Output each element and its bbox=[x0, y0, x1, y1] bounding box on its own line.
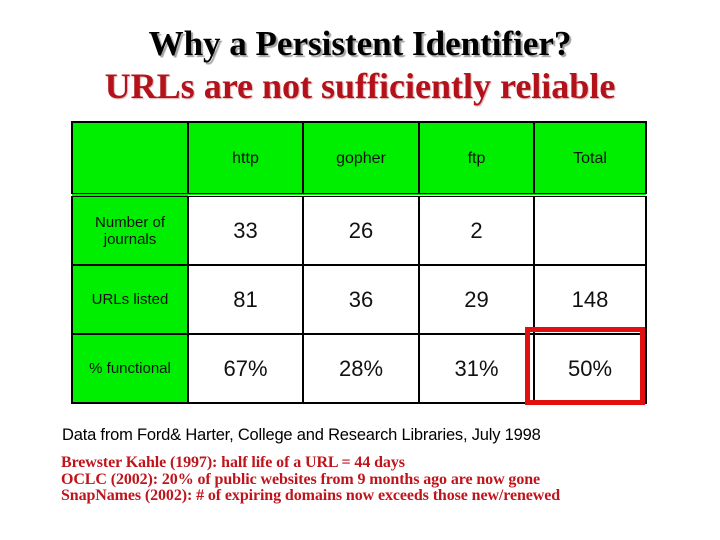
table-cell: 26 bbox=[302, 194, 420, 266]
header-corner-cell bbox=[71, 121, 189, 197]
row-label-text: % functional bbox=[89, 360, 171, 377]
row-label-text: Number of journals bbox=[94, 213, 166, 248]
header-cell-ftp: ftp bbox=[418, 121, 535, 197]
table-cell: 81 bbox=[187, 264, 304, 335]
table-cell: 36 bbox=[302, 264, 420, 335]
header-cell-http: http bbox=[187, 121, 304, 197]
table-cell: 28% bbox=[302, 333, 420, 404]
slide-title: Why a Persistent Identifier? bbox=[148, 24, 572, 63]
table-cell: 67% bbox=[187, 333, 304, 404]
row-label: Number of journals bbox=[71, 194, 189, 266]
highlight-box bbox=[525, 327, 645, 405]
table-cell bbox=[533, 194, 647, 266]
table-row: Number of journals 33 26 2 bbox=[71, 194, 647, 266]
source-citation: Data from Ford& Harter, College and Rese… bbox=[62, 426, 541, 444]
row-label: URLs listed bbox=[71, 264, 189, 335]
table-cell: 148 bbox=[533, 264, 647, 335]
table-cell: 31% bbox=[418, 333, 535, 404]
table-cell: 29 bbox=[418, 264, 535, 335]
header-cell-total: Total bbox=[533, 121, 647, 197]
table-row: URLs listed 81 36 29 148 bbox=[71, 264, 647, 335]
table-header-row: http gopher ftp Total bbox=[71, 121, 647, 197]
notes-list: Brewster Kahle (1997): half life of a UR… bbox=[61, 454, 561, 505]
note-item: SnapNames (2002): # of expiring domains … bbox=[61, 487, 561, 504]
slide-subtitle: URLs are not sufficiently reliable bbox=[104, 66, 616, 106]
note-item: OCLC (2002): 20% of public websites from… bbox=[61, 470, 541, 488]
note-item: Brewster Kahle (1997): half life of a UR… bbox=[61, 454, 405, 471]
header-cell-gopher: gopher bbox=[302, 121, 420, 197]
table-cell: 2 bbox=[418, 194, 535, 266]
row-label: % functional bbox=[71, 333, 189, 404]
table-cell: 33 bbox=[187, 194, 304, 266]
